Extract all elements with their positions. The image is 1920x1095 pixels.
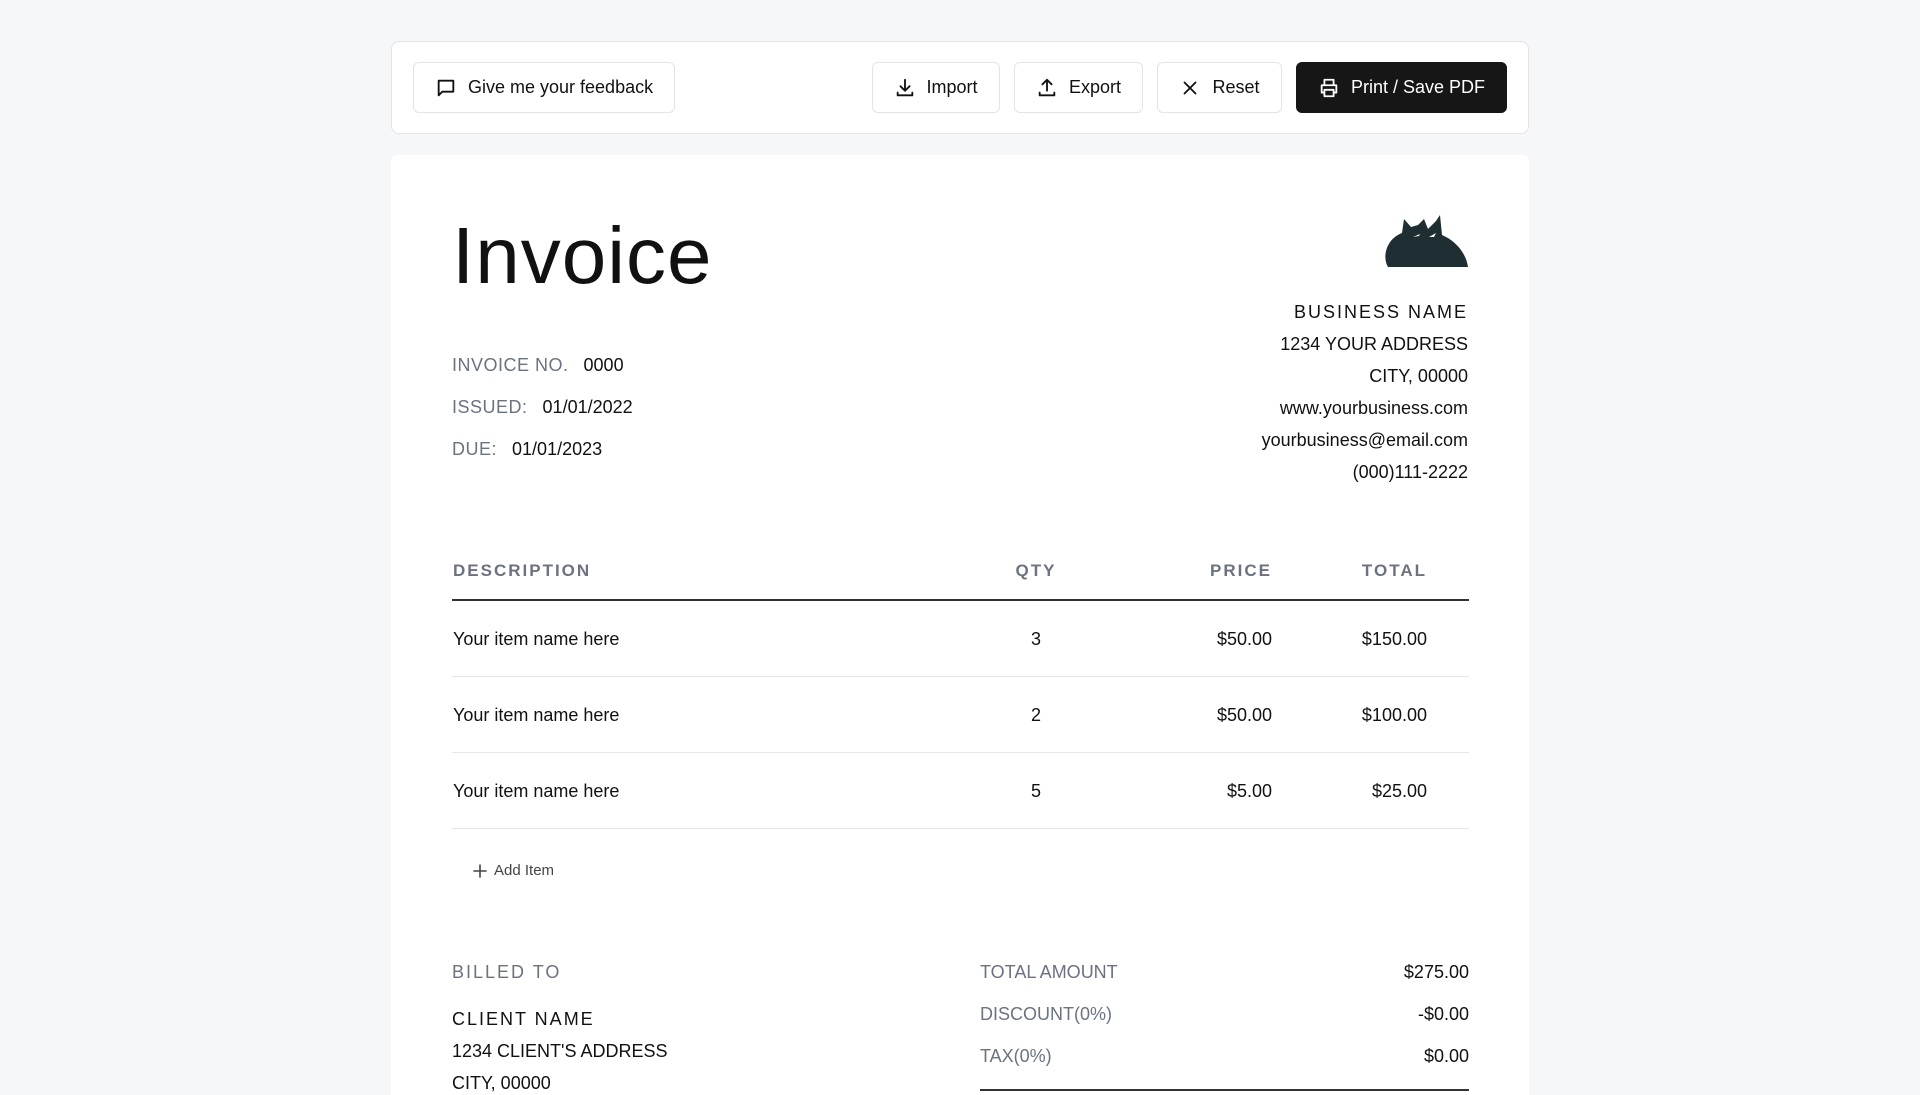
item-qty[interactable]: 2 bbox=[1006, 705, 1066, 726]
download-icon bbox=[894, 77, 916, 99]
item-total: $25.00 bbox=[1371, 781, 1427, 801]
printer-icon bbox=[1318, 77, 1340, 99]
x-icon bbox=[1179, 77, 1201, 99]
business-phone[interactable]: (000)111-2222 bbox=[1262, 456, 1468, 488]
tax-value: $0.00 bbox=[1423, 1046, 1469, 1066]
due-date-value[interactable]: 01/01/2023 bbox=[512, 439, 602, 459]
import-button[interactable]: Import bbox=[871, 62, 1000, 113]
header-total: TOTAL bbox=[1361, 561, 1427, 580]
item-description[interactable]: Your item name here bbox=[453, 781, 619, 802]
toolbar: Give me your feedback Import Export Rese… bbox=[391, 41, 1529, 134]
message-square-icon bbox=[435, 77, 457, 99]
invoice-number-row: INVOICE NO. 0000 bbox=[452, 355, 624, 376]
item-price[interactable]: $50.00 bbox=[1152, 705, 1272, 726]
item-price[interactable]: $5.00 bbox=[1152, 781, 1272, 802]
tax-row: TAX(0%) $0.00 bbox=[980, 1046, 1469, 1088]
business-address[interactable]: 1234 YOUR ADDRESS bbox=[1262, 328, 1468, 360]
print-save-pdf-button[interactable]: Print / Save PDF bbox=[1295, 62, 1507, 113]
totals-divider bbox=[980, 1089, 1469, 1091]
business-email[interactable]: yourbusiness@email.com bbox=[1262, 424, 1468, 456]
client-city[interactable]: CITY, 00000 bbox=[452, 1067, 668, 1095]
due-date-row: DUE: 01/01/2023 bbox=[452, 439, 602, 460]
cat-logo bbox=[1385, 215, 1468, 267]
table-row: Your item name here 3 $50.00 $150.00 bbox=[452, 601, 1469, 677]
item-price[interactable]: $50.00 bbox=[1152, 629, 1272, 650]
items-table: DESCRIPTION QTY PRICE TOTAL Your item na… bbox=[452, 555, 1469, 829]
import-button-label: Import bbox=[926, 77, 978, 97]
add-item-button[interactable]: Add Item bbox=[472, 862, 554, 879]
export-button[interactable]: Export bbox=[1013, 62, 1144, 113]
item-description[interactable]: Your item name here bbox=[453, 629, 619, 650]
feedback-button-label: Give me your feedback bbox=[468, 77, 654, 97]
toolbar-actions: Import Export Reset Print / Save PDF bbox=[862, 62, 1507, 113]
billed-to-label: BILLED TO bbox=[452, 962, 562, 982]
invoice-number-value[interactable]: 0000 bbox=[584, 355, 624, 375]
issued-date-value[interactable]: 01/01/2022 bbox=[543, 397, 633, 417]
invoice-title: Invoice bbox=[452, 211, 713, 300]
business-info: BUSINESS NAME 1234 YOUR ADDRESS CITY, 00… bbox=[1262, 296, 1468, 488]
client-address[interactable]: 1234 CLIENT'S ADDRESS bbox=[452, 1035, 668, 1067]
item-qty[interactable]: 5 bbox=[1006, 781, 1066, 802]
header-qty: QTY bbox=[1015, 561, 1057, 580]
issued-date-row: ISSUED: 01/01/2022 bbox=[452, 397, 633, 418]
feedback-button[interactable]: Give me your feedback bbox=[413, 62, 676, 113]
totals-summary: TOTAL AMOUNT $275.00 DISCOUNT(0%) -$0.00… bbox=[980, 962, 1469, 1091]
discount-label[interactable]: DISCOUNT(0%) bbox=[980, 1004, 1112, 1025]
item-total: $100.00 bbox=[1361, 705, 1427, 725]
item-qty[interactable]: 3 bbox=[1006, 629, 1066, 650]
export-button-label: Export bbox=[1068, 77, 1122, 97]
business-website[interactable]: www.yourbusiness.com bbox=[1262, 392, 1468, 424]
reset-button-label: Reset bbox=[1212, 77, 1260, 97]
item-description[interactable]: Your item name here bbox=[453, 705, 619, 726]
invoice-sheet: Invoice INVOICE NO. 0000 ISSUED: 01/01/2… bbox=[391, 155, 1529, 1095]
discount-row: DISCOUNT(0%) -$0.00 bbox=[980, 1004, 1469, 1046]
business-name[interactable]: BUSINESS NAME bbox=[1262, 296, 1468, 328]
table-row: Your item name here 5 $5.00 $25.00 bbox=[452, 753, 1469, 829]
table-row: Your item name here 2 $50.00 $100.00 bbox=[452, 677, 1469, 753]
reset-button[interactable]: Reset bbox=[1157, 62, 1282, 113]
discount-value: -$0.00 bbox=[1417, 1004, 1469, 1024]
business-city[interactable]: CITY, 00000 bbox=[1262, 360, 1468, 392]
item-total: $150.00 bbox=[1361, 629, 1427, 649]
print-save-pdf-button-label: Print / Save PDF bbox=[1350, 77, 1485, 97]
total-amount-value: $275.00 bbox=[1403, 962, 1469, 982]
header-price: PRICE bbox=[1210, 561, 1272, 580]
client-info: CLIENT NAME 1234 CLIENT'S ADDRESS CITY, … bbox=[452, 1003, 668, 1095]
invoice-number-label: INVOICE NO. bbox=[452, 355, 569, 375]
table-header: DESCRIPTION QTY PRICE TOTAL bbox=[452, 555, 1469, 601]
tax-label[interactable]: TAX(0%) bbox=[980, 1046, 1052, 1067]
due-date-label: DUE: bbox=[452, 439, 498, 459]
add-item-label: Add Item bbox=[494, 862, 555, 879]
upload-icon bbox=[1036, 77, 1058, 99]
header-description: DESCRIPTION bbox=[453, 561, 592, 580]
plus-icon bbox=[472, 863, 488, 879]
client-name[interactable]: CLIENT NAME bbox=[452, 1003, 668, 1035]
total-amount-label: TOTAL AMOUNT bbox=[980, 962, 1118, 982]
total-amount-row: TOTAL AMOUNT $275.00 bbox=[980, 962, 1469, 1004]
issued-date-label: ISSUED: bbox=[452, 397, 528, 417]
